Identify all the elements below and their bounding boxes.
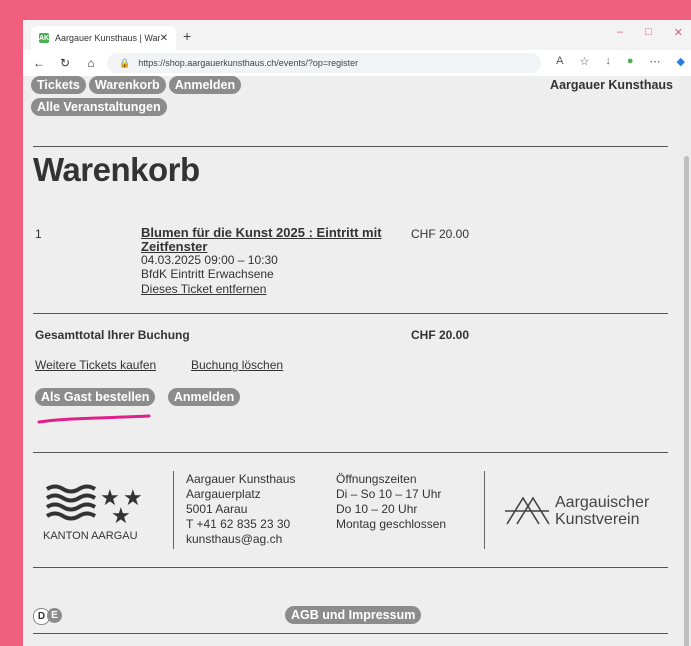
scrollbar-thumb[interactable]: [684, 156, 689, 646]
new-tab-icon[interactable]: +: [183, 28, 191, 44]
close-tab-icon[interactable]: ✕: [160, 33, 168, 44]
favorite-icon[interactable]: ☆: [580, 55, 590, 68]
footer-divider: [484, 471, 485, 549]
title-separator: :: [304, 225, 317, 240]
phone-link[interactable]: T +41 62 835 23 30: [186, 517, 295, 532]
canton-flag-icon: ★ ★ ★: [45, 484, 143, 529]
tab-bar: AK Aargauer Kunsthaus | Warenkorb ✕ + – …: [23, 20, 691, 50]
ticket-type-link[interactable]: Eintritt mit: [317, 225, 382, 240]
more-icon[interactable]: ⋯: [650, 55, 661, 68]
brand-name[interactable]: Aargauer Kunsthaus: [550, 78, 673, 92]
remove-ticket-link[interactable]: Dieses Ticket entfernen: [141, 283, 406, 296]
address-line: 5001 Aarau: [186, 502, 248, 516]
item-price: CHF 20.00: [411, 227, 470, 241]
email-link[interactable]: kunsthaus@ag.ch: [186, 532, 295, 547]
downloads-icon[interactable]: ↓: [605, 55, 611, 68]
hours-line: Öffnungszeiten: [336, 472, 417, 486]
divider: [33, 633, 668, 634]
hours-line: Di – So 10 – 17 Uhr: [336, 487, 442, 501]
back-icon[interactable]: ←: [29, 56, 49, 70]
address-line: Aargauerplatz: [186, 487, 261, 501]
agb-link-wrap: AGB und Impressum: [285, 606, 422, 624]
cart-item: Blumen für die Kunst 2025 : Eintritt mit…: [141, 226, 406, 296]
item-datetime: 04.03.2025 09:00 – 10:30: [141, 253, 278, 267]
nav-all-events[interactable]: Alle Veranstaltungen: [31, 98, 167, 116]
divider: [33, 146, 668, 147]
url-text: https://shop.aargauerkunsthaus.ch/events…: [138, 58, 359, 68]
toolbar-icons: A ☆ ↓ ● ⋯ ◆: [556, 55, 685, 68]
total-label: Gesamttotal Ihrer Buchung: [35, 328, 190, 342]
checkout-actions: Als Gast bestellen Anmelden: [35, 388, 241, 406]
close-window-icon[interactable]: ✕: [674, 26, 683, 39]
window-controls: – □ ✕: [617, 26, 683, 39]
hours-line: Do 10 – 20 Uhr: [336, 502, 418, 516]
read-aloud-icon[interactable]: A: [556, 55, 563, 68]
footer-hours: Öffnungszeiten Di – So 10 – 17 Uhr Do 10…: [336, 472, 446, 532]
divider: [33, 313, 668, 314]
browser-tab[interactable]: AK Aargauer Kunsthaus | Warenkorb ✕: [31, 26, 176, 50]
url-field[interactable]: 🔒 https://shop.aargauerkunsthaus.ch/even…: [107, 53, 541, 73]
event-link[interactable]: Blumen für die Kunst 2025: [141, 225, 305, 240]
profile-icon[interactable]: ●: [627, 55, 634, 68]
browser-window: AK Aargauer Kunsthaus | Warenkorb ✕ + – …: [23, 20, 691, 646]
tab-title: Aargauer Kunsthaus | Warenkorb: [55, 33, 160, 43]
guest-checkout-button[interactable]: Als Gast bestellen: [35, 388, 156, 406]
footer-address: Aargauer Kunsthaus Aargauerplatz 5001 Aa…: [186, 472, 295, 547]
agb-link[interactable]: AGB und Impressum: [285, 606, 422, 624]
home-icon[interactable]: ⌂: [81, 56, 101, 70]
page-content: Tickets Warenkorb Anmelden Alle Veranstalt…: [23, 76, 681, 646]
partner-line: Aargauischer: [555, 494, 650, 511]
lock-icon[interactable]: 🔒: [119, 58, 130, 69]
favicon-icon: AK: [38, 33, 50, 43]
canton-label: KANTON AARGAU: [43, 530, 138, 542]
address-bar-row: ← ↻ ⌂ 🔒 https://shop.aargauerkunsthaus.c…: [23, 50, 691, 77]
canton-logo: ★ ★ ★ KANTON AARGAU: [43, 481, 158, 542]
scrollbar[interactable]: [681, 76, 691, 646]
nav-anmelden[interactable]: Anmelden: [168, 76, 242, 94]
svg-text:★: ★: [111, 504, 131, 523]
maximize-icon[interactable]: □: [645, 26, 652, 39]
divider: [33, 452, 668, 453]
highlight-underline: [37, 414, 151, 424]
total-value: CHF 20.00: [411, 328, 470, 342]
nav-warenkorb[interactable]: Warenkorb: [88, 76, 166, 94]
minimize-icon[interactable]: –: [617, 26, 623, 39]
item-category: BfdK Eintritt Erwachsene: [141, 267, 274, 281]
kunstverein-logo-icon: [505, 496, 550, 525]
copilot-icon[interactable]: ◆: [677, 55, 685, 68]
hours-line: Montag geschlossen: [336, 517, 447, 531]
divider: [33, 567, 668, 568]
ticket-type-link-cont[interactable]: Zeitfenster: [141, 240, 406, 254]
more-tickets-link[interactable]: Weitere Tickets kaufen: [35, 359, 156, 372]
language-switch[interactable]: D E: [33, 608, 62, 625]
reload-icon[interactable]: ↻: [55, 56, 75, 70]
partner-line: Kunstverein: [555, 511, 640, 528]
lang-en[interactable]: E: [47, 608, 62, 623]
delete-booking-link[interactable]: Buchung löschen: [191, 359, 283, 372]
address-line: Aargauer Kunsthaus: [186, 472, 296, 486]
login-button[interactable]: Anmelden: [167, 388, 241, 406]
page-title: Warenkorb: [33, 151, 200, 188]
partner-logo[interactable]: Aargauischer Kunstverein: [503, 494, 649, 528]
nav-tickets[interactable]: Tickets: [31, 76, 86, 94]
footer-divider: [173, 471, 174, 549]
top-navigation: Tickets Warenkorb Anmelden Alle Veranstalt…: [31, 76, 244, 116]
item-quantity: 1: [35, 227, 42, 241]
